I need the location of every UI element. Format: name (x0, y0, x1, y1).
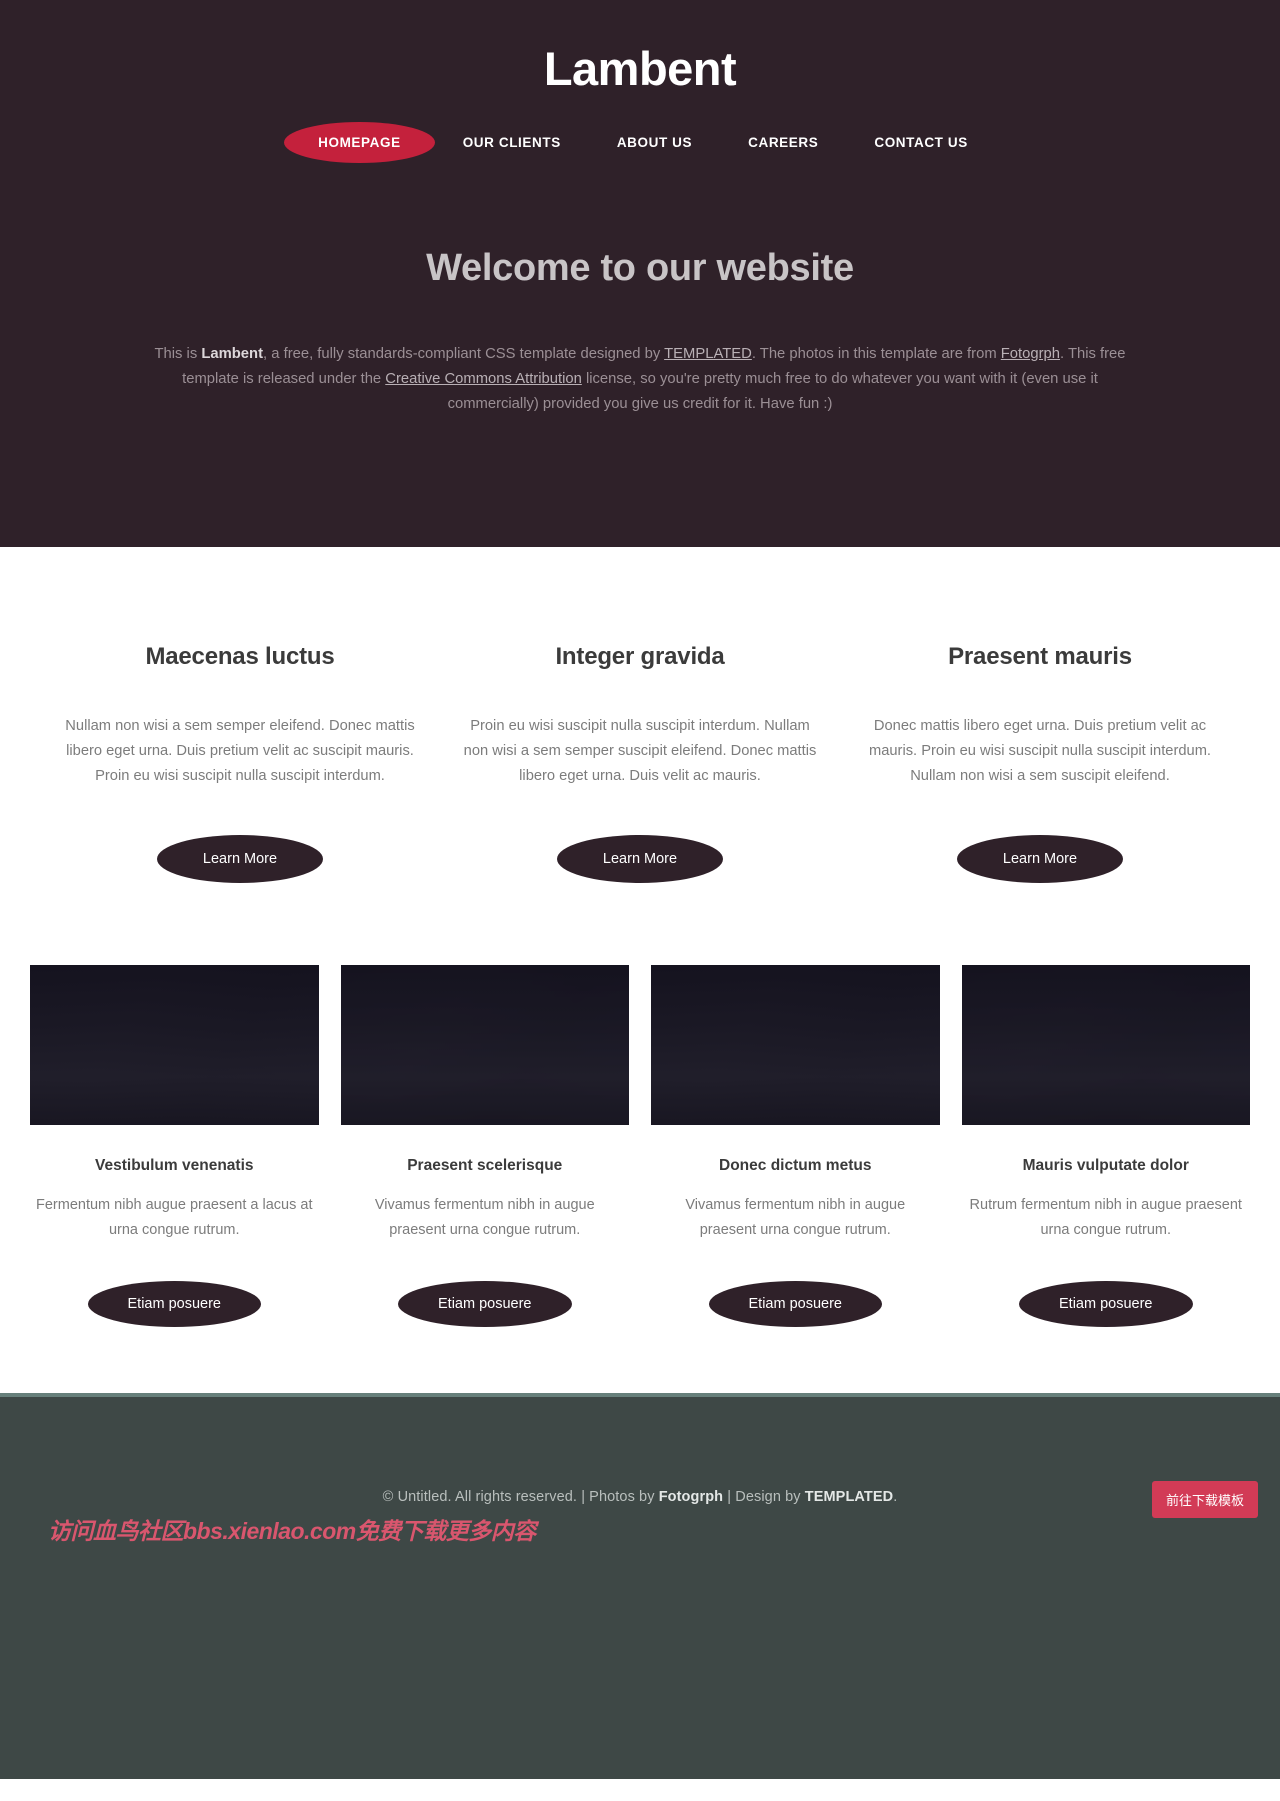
gallery-thumbnail-image[interactable] (30, 965, 319, 1125)
watermark-overlay: 访问血鸟社区bbs.xienlao.com免费下载更多内容 (48, 1518, 536, 1544)
etiam-posuere-button[interactable]: Etiam posuere (1019, 1281, 1193, 1327)
footer-brand-templated: TEMPLATED (804, 1489, 894, 1505)
nav-item-contact-us[interactable]: CONTACT US (846, 122, 996, 163)
feature-text: Nullam non wisi a sem semper eleifend. D… (65, 718, 415, 784)
gallery-row: Vestibulum venenatis Fermentum nibh augu… (0, 883, 1280, 1327)
feature-button-wrap: Learn More (62, 835, 418, 883)
nav-item-about-us[interactable]: ABOUT US (589, 122, 720, 163)
gallery-button-wrap: Etiam posuere (651, 1281, 940, 1327)
nav-item-careers[interactable]: CAREERS (720, 122, 846, 163)
feature-title: Praesent mauris (948, 643, 1132, 670)
gallery-item: Donec dictum metus Vivamus fermentum nib… (651, 965, 940, 1327)
gallery-button-wrap: Etiam posuere (30, 1281, 319, 1327)
feature-column: Maecenas luctus Nullam non wisi a sem se… (40, 643, 440, 883)
gallery-text: Vivamus fermentum nibh in augue praesent… (685, 1197, 906, 1238)
site-title: Lambent (543, 42, 737, 95)
site-footer: © Untitled. All rights reserved. | Photo… (0, 1393, 1280, 1779)
learn-more-button[interactable]: Learn More (156, 835, 324, 883)
gallery-item: Mauris vulputate dolor Rutrum fermentum … (961, 965, 1251, 1327)
gallery-title: Mauris vulputate dolor (1022, 1157, 1189, 1174)
download-template-button[interactable]: 前往下载模板 (1151, 1481, 1258, 1518)
feature-text: Donec mattis libero eget urna. Duis pret… (868, 718, 1212, 784)
gallery-title: Praesent scelerisque (407, 1157, 563, 1174)
feature-columns: Maecenas luctus Nullam non wisi a sem se… (0, 547, 1280, 883)
main-navigation: HOMEPAGE OUR CLIENTS ABOUT US CAREERS CO… (0, 122, 1280, 164)
etiam-posuere-button[interactable]: Etiam posuere (708, 1281, 882, 1327)
intro-text-1: This is (154, 346, 202, 363)
gallery-thumbnail-image[interactable] (651, 965, 940, 1125)
feature-text: Proin eu wisi suscipit nulla suscipit in… (463, 718, 817, 784)
page-title: Welcome to our website (426, 247, 854, 290)
gallery-item: Vestibulum venenatis Fermentum nibh augu… (30, 965, 319, 1327)
feature-button-wrap: Learn More (462, 835, 818, 883)
gallery-thumbnail-image[interactable] (340, 965, 629, 1125)
link-creative-commons[interactable]: Creative Commons Attribution (385, 371, 582, 387)
etiam-posuere-button[interactable]: Etiam posuere (398, 1281, 572, 1327)
gallery-button-wrap: Etiam posuere (341, 1281, 630, 1327)
etiam-posuere-button[interactable]: Etiam posuere (87, 1281, 261, 1327)
footer-text-1: © Untitled. All rights reserved. | Photo… (382, 1489, 659, 1505)
footer-copyright: © Untitled. All rights reserved. | Photo… (0, 1489, 1280, 1505)
footer-brand-fotogrph: Fotogrph (658, 1489, 724, 1505)
learn-more-button[interactable]: Learn More (556, 835, 724, 883)
footer-text-2: | Design by (723, 1489, 805, 1505)
gallery-thumbnail-image[interactable] (961, 965, 1250, 1125)
learn-more-button[interactable]: Learn More (956, 835, 1124, 883)
gallery-item: Praesent scelerisque Vivamus fermentum n… (340, 965, 630, 1327)
feature-column: Integer gravida Proin eu wisi suscipit n… (440, 643, 840, 883)
feature-button-wrap: Learn More (862, 835, 1218, 883)
gallery-text: Vivamus fermentum nibh in augue praesent… (374, 1197, 595, 1238)
intro-text-2: , a free, fully standards-compliant CSS … (263, 346, 665, 363)
footer-text-3: . (893, 1489, 898, 1505)
intro-text-3: . The photos in this template are from (751, 346, 1001, 363)
gallery-button-wrap: Etiam posuere (962, 1281, 1251, 1327)
feature-title: Maecenas luctus (145, 643, 335, 670)
site-header: Lambent HOMEPAGE OUR CLIENTS ABOUT US CA… (0, 0, 1280, 547)
intro-brand: Lambent (201, 346, 264, 363)
link-templated[interactable]: TEMPLATED (664, 346, 752, 362)
nav-item-homepage[interactable]: HOMEPAGE (284, 122, 435, 164)
gallery-title: Donec dictum metus (719, 1157, 872, 1174)
gallery-text: Fermentum nibh augue praesent a lacus at… (36, 1197, 313, 1238)
intro-paragraph: This is Lambent, a free, fully standards… (145, 342, 1135, 417)
welcome-block: Welcome to our website This is Lambent, … (0, 247, 1280, 417)
feature-column: Praesent mauris Donec mattis libero eget… (840, 643, 1240, 883)
feature-title: Integer gravida (555, 643, 725, 670)
link-fotogrph[interactable]: Fotogrph (1001, 346, 1060, 362)
gallery-text: Rutrum fermentum nibh in augue praesent … (969, 1197, 1242, 1238)
gallery-title: Vestibulum venenatis (95, 1157, 254, 1174)
main-content: Maecenas luctus Nullam non wisi a sem se… (0, 547, 1280, 1393)
nav-item-our-clients[interactable]: OUR CLIENTS (435, 122, 589, 163)
